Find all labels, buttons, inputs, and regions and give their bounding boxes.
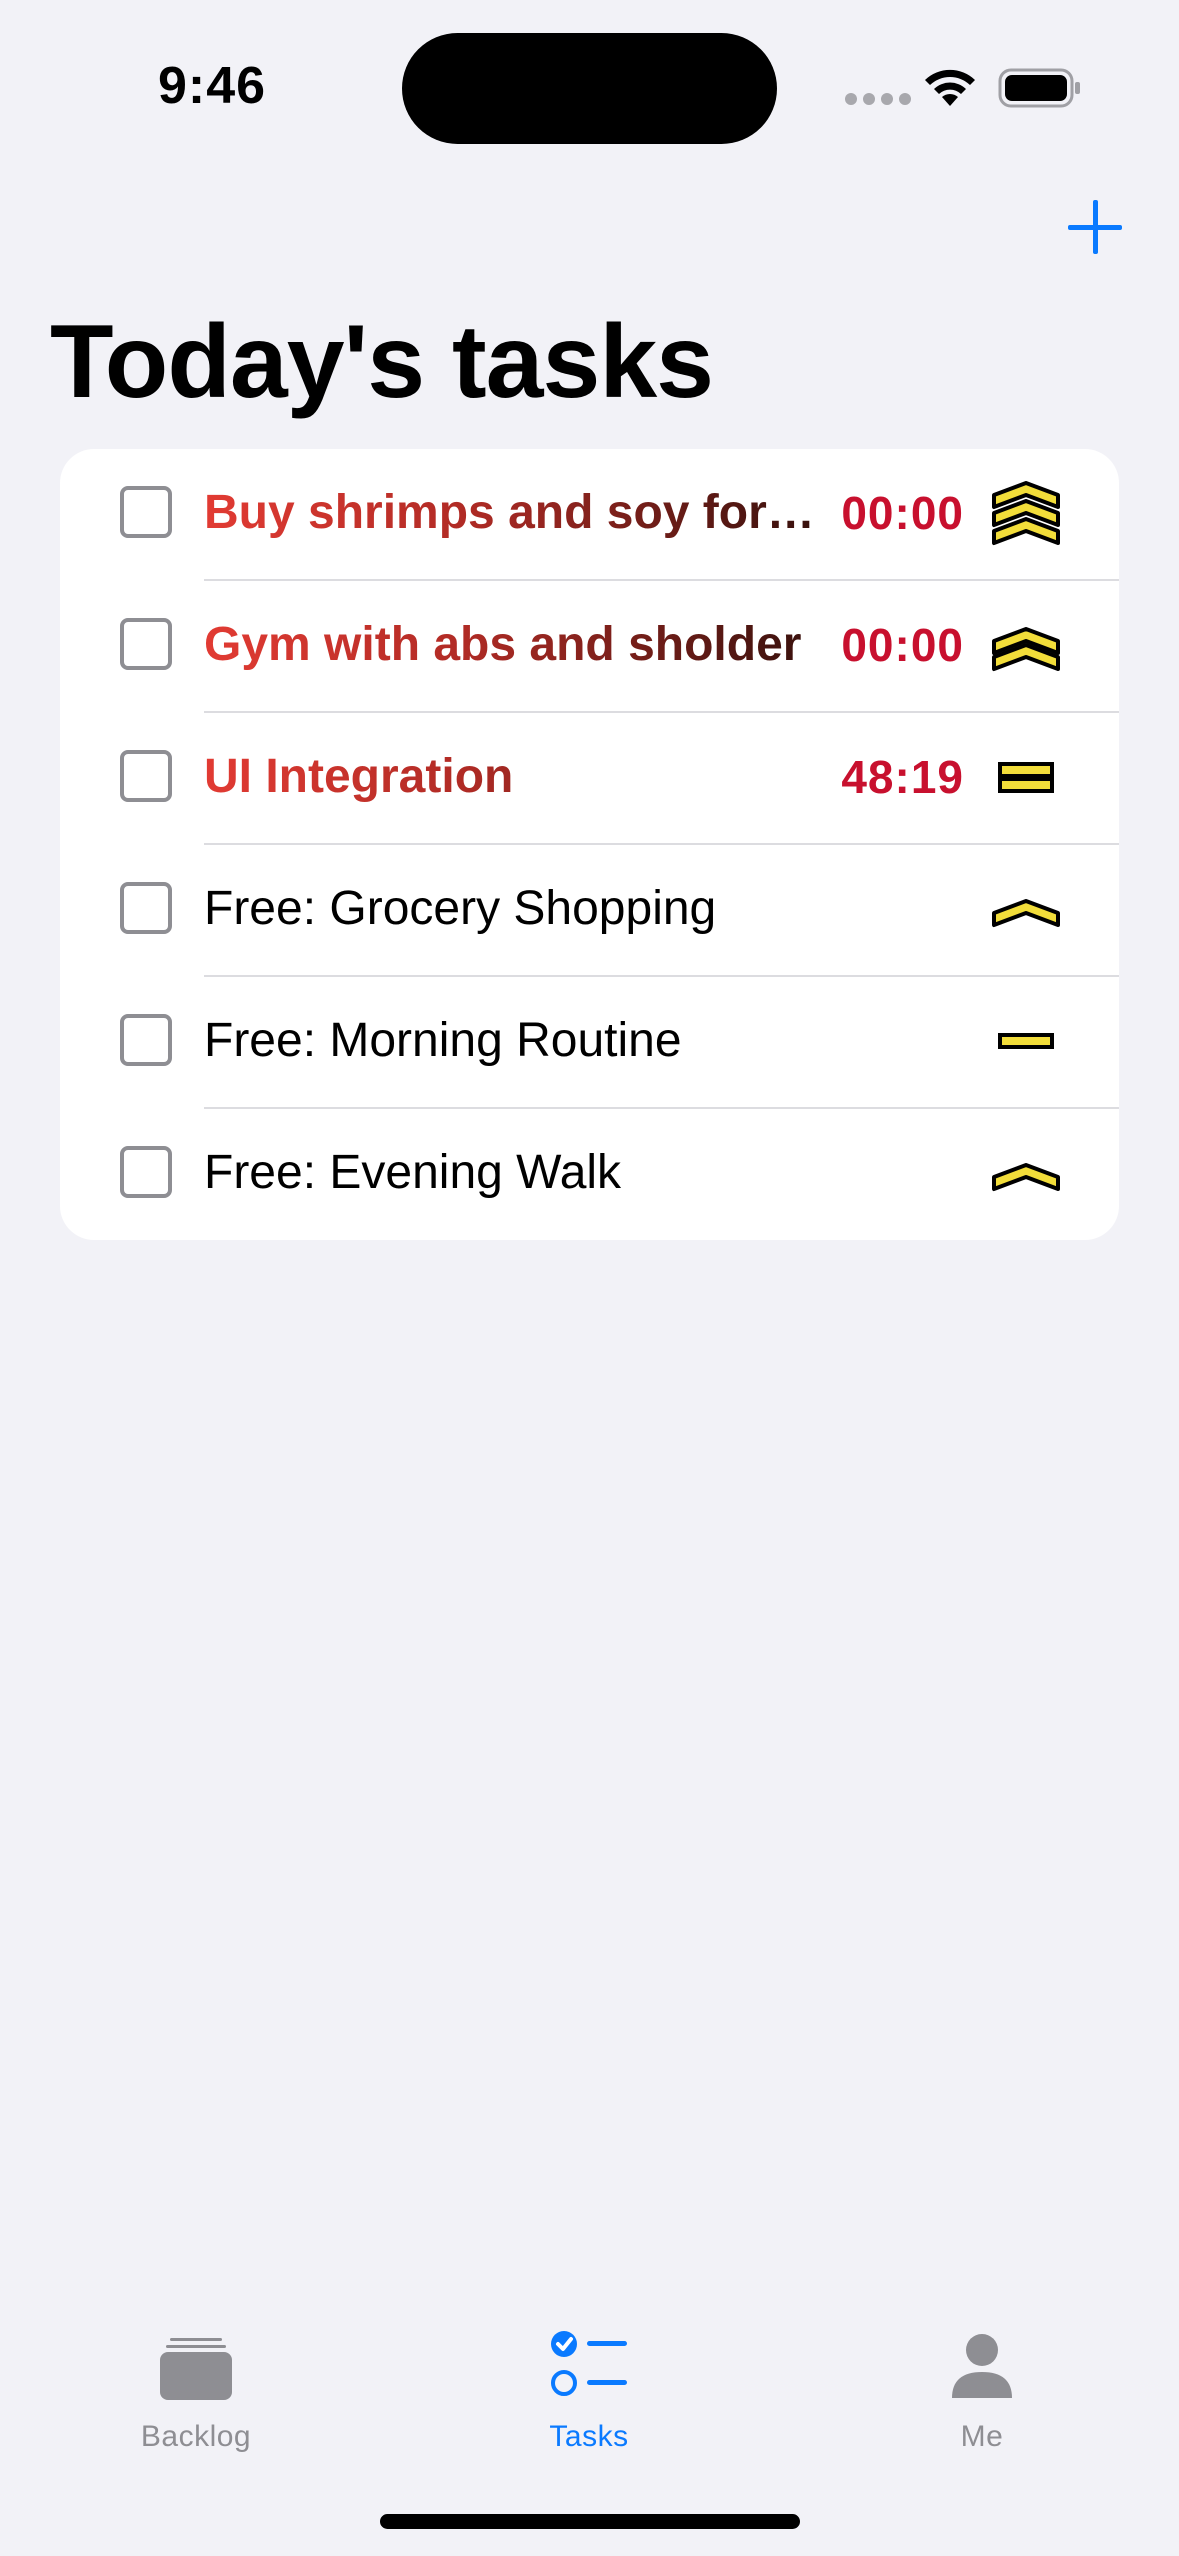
task-title: Gym with abs and sholder [204, 615, 854, 675]
add-task-button[interactable] [1066, 198, 1124, 256]
task-row[interactable]: Gym with abs and sholder 00:00 [60, 581, 1119, 713]
task-title: Free: Morning Routine [204, 1014, 682, 1067]
task-row[interactable]: Free: Grocery Shopping [60, 845, 1119, 977]
checklist-icon [551, 2331, 627, 2396]
double-bar-icon [998, 762, 1054, 793]
status-time: 9:46 [158, 57, 267, 115]
tab-label: Backlog [140, 2420, 252, 2453]
dynamic-island [402, 33, 777, 144]
single-chevron-up-icon [992, 899, 1060, 927]
double-chevron-up-icon [992, 627, 1060, 671]
task-row[interactable]: Free: Morning Routine [60, 977, 1119, 1109]
battery-icon [998, 68, 1080, 108]
tab-label: Me [960, 2420, 1004, 2453]
cellular-signal-icon [845, 93, 911, 105]
task-title: Buy shrimps and soy for… [204, 483, 854, 543]
single-chevron-up-icon [992, 1163, 1060, 1191]
task-checkbox[interactable] [120, 486, 172, 538]
page-title: Today's tasks [50, 304, 714, 420]
home-indicator [380, 2514, 800, 2529]
task-timer: 00:00 [841, 619, 964, 671]
task-list: Buy shrimps and soy for… 00:00 Gym with … [60, 449, 1119, 1240]
person-icon [952, 2334, 1012, 2398]
task-timer: 00:00 [841, 487, 964, 539]
wifi-icon [925, 69, 975, 106]
task-timer: 48:19 [841, 751, 964, 803]
task-title: UI Integration [204, 747, 854, 807]
triple-chevron-up-icon [992, 481, 1060, 545]
task-checkbox[interactable] [120, 1014, 172, 1066]
single-bar-icon [998, 1033, 1054, 1049]
task-checkbox[interactable] [120, 750, 172, 802]
task-title: Free: Evening Walk [204, 1146, 622, 1199]
tab-backlog[interactable]: Backlog [76, 2290, 316, 2470]
task-row[interactable]: Buy shrimps and soy for… 00:00 [60, 449, 1119, 581]
task-row[interactable]: Free: Evening Walk [60, 1109, 1119, 1240]
tab-tasks[interactable]: Tasks [469, 2290, 709, 2470]
tab-me[interactable]: Me [862, 2290, 1102, 2470]
task-checkbox[interactable] [120, 882, 172, 934]
task-checkbox[interactable] [120, 618, 172, 670]
tray-stack-icon [160, 2338, 232, 2400]
task-row[interactable]: UI Integration 48:19 [60, 713, 1119, 845]
tab-label: Tasks [549, 2420, 629, 2453]
task-title: Free: Grocery Shopping [204, 882, 717, 935]
task-checkbox[interactable] [120, 1146, 172, 1198]
